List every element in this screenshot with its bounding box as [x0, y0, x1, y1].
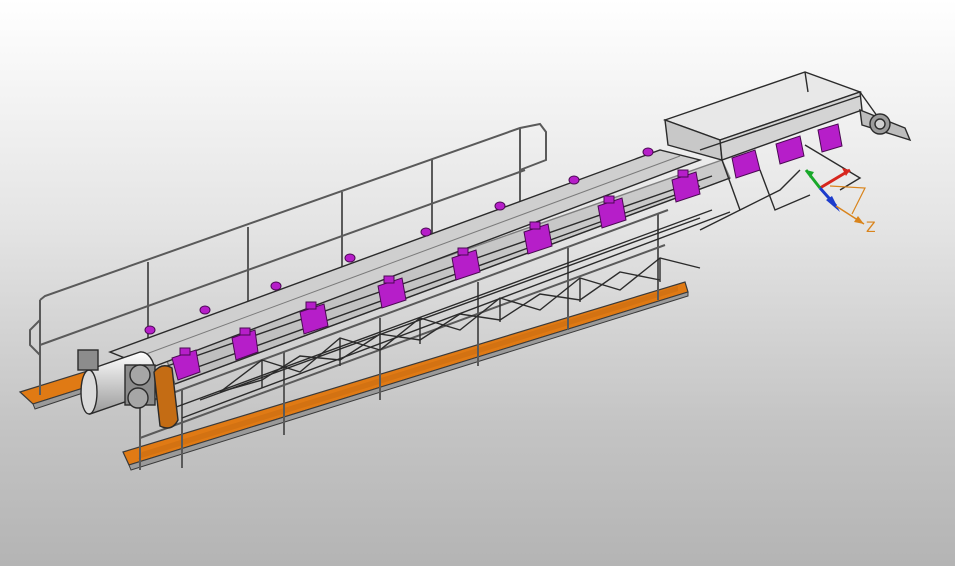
idler-bracket	[817, 123, 843, 153]
conveyor-belt[interactable]	[108, 149, 703, 369]
head-drive[interactable]	[869, 113, 891, 135]
3d-viewport[interactable]: Z	[0, 0, 955, 566]
idler-bracket	[597, 195, 627, 229]
conveyor-model[interactable]	[0, 0, 955, 566]
idler-bracket	[671, 169, 701, 203]
idler-bracket	[523, 221, 553, 255]
idler-bracket	[775, 135, 805, 165]
z-axis-label: Z	[866, 220, 876, 236]
truss-frame[interactable]	[149, 159, 731, 419]
